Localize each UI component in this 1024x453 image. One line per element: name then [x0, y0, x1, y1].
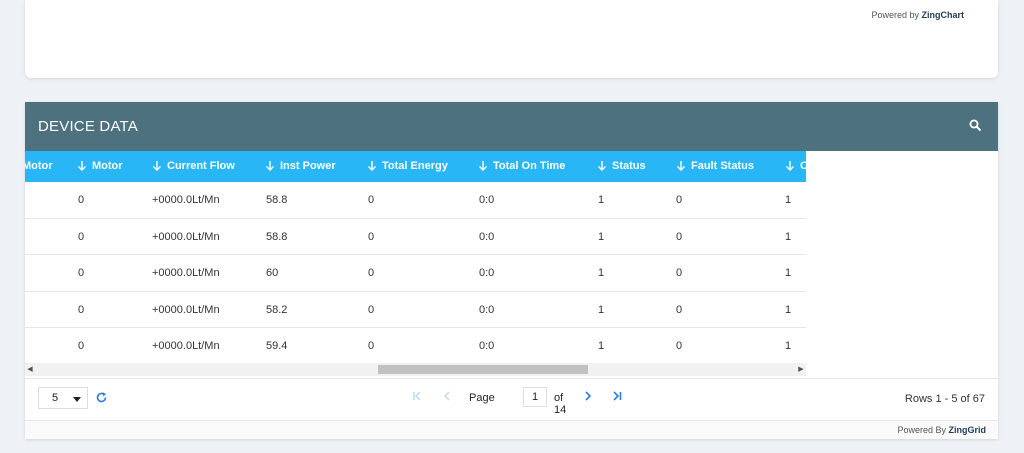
table-cell: 0	[676, 303, 683, 316]
zingchart-brand: ZingChart	[921, 10, 965, 20]
table-cell: 1	[785, 194, 792, 206]
powered-by-zinggrid[interactable]: Powered By ZingGrid	[897, 425, 986, 435]
table-cell: 0	[676, 267, 683, 279]
table-row[interactable]: 0 +0000.0Lt/Mn 60 0 0:0 1 0 1	[25, 255, 806, 292]
table-cell: +0000.0Lt/Mn	[152, 230, 220, 243]
search-button[interactable]	[969, 119, 985, 135]
table-cell: +0000.0Lt/Mn	[152, 303, 220, 316]
table-viewport: Motor Motor Current Flow Inst Power Tota…	[25, 151, 806, 377]
table-cell: 1	[785, 303, 792, 316]
zinggrid-brand: ZingGrid	[948, 425, 987, 435]
column-header-fault-status[interactable]: Fault Status	[676, 151, 754, 182]
horizontal-scrollbar[interactable]: ◀ ▶	[25, 363, 806, 376]
table-row[interactable]: 0 +0000.0Lt/Mn 59.4 0 0:0 1 0 1	[25, 328, 806, 365]
device-data-grid: DEVICE DATA Motor Motor Current Flow Ins…	[25, 102, 998, 439]
table-row[interactable]: 0 +0000.0Lt/Mn 58.8 0 0:0 1 0 1	[25, 182, 806, 219]
chevron-down-icon	[73, 397, 81, 402]
refresh-icon	[96, 392, 107, 403]
table-cell: 1	[598, 194, 605, 206]
rows-info: Rows 1 - 5 of 67	[904, 393, 985, 405]
powered-by-prefix: Powered by	[871, 10, 919, 20]
table-cell: 1	[785, 340, 792, 352]
scroll-right-arrow-icon[interactable]: ▶	[796, 363, 806, 376]
table-body: 0 +0000.0Lt/Mn 58.8 0 0:0 1 0 1 0 +0000.…	[25, 182, 806, 365]
column-header-total-energy[interactable]: Total Energy	[367, 151, 448, 182]
table-cell: 0	[78, 303, 85, 316]
page-label: Page	[469, 392, 495, 404]
prev-page-icon[interactable]	[441, 390, 453, 402]
table-cell: 58.8	[266, 194, 288, 206]
arrow-down-icon	[479, 161, 487, 172]
table-cell: 0	[78, 194, 85, 206]
table-cell: 0:0	[479, 303, 495, 316]
table-cell: 59.4	[266, 340, 288, 352]
table-row[interactable]: 0 +0000.0Lt/Mn 58.2 0 0:0 1 0 1	[25, 292, 806, 328]
column-header-total-on-time[interactable]: Total On Time	[478, 151, 565, 182]
column-header-motor-2[interactable]: Motor	[77, 151, 123, 182]
table-cell: +0000.0Lt/Mn	[152, 194, 220, 206]
page-size-select[interactable]: 5	[38, 387, 88, 409]
table-cell: 0	[368, 230, 375, 243]
table-cell: 0	[78, 230, 85, 243]
column-header-inst-power[interactable]: Inst Power	[265, 151, 336, 182]
powered-by-zingchart[interactable]: Powered by ZingChart	[871, 10, 964, 20]
table-cell: 0:0	[479, 340, 495, 352]
scroll-left-arrow-icon[interactable]: ◀	[25, 363, 35, 376]
column-header-c[interactable]: C	[785, 151, 806, 182]
table-cell: 0:0	[479, 267, 495, 279]
column-header-current-flow[interactable]: Current Flow	[152, 151, 235, 182]
last-page-icon[interactable]	[611, 390, 623, 402]
table-cell: 1	[785, 230, 792, 243]
column-header-status[interactable]: Status	[597, 151, 646, 182]
chart-card: Powered by ZingChart	[25, 0, 998, 78]
table-cell: 0	[676, 340, 683, 352]
table-cell: 1	[598, 230, 605, 243]
search-icon	[969, 119, 982, 131]
next-page-icon[interactable]	[582, 390, 594, 402]
table-cell: 0	[368, 303, 375, 316]
table-cell: +0000.0Lt/Mn	[152, 340, 220, 352]
table-cell: 0:0	[479, 230, 495, 243]
arrow-down-icon	[153, 161, 161, 172]
table-cell: 0	[368, 340, 375, 352]
table-cell: 58.2	[266, 303, 288, 316]
grid-pager-bar: 5 Page 1 of 14 Rows 1 - 5 of 67	[25, 378, 998, 420]
arrow-down-icon	[266, 161, 274, 172]
table-cell: 1	[598, 340, 605, 352]
first-page-icon[interactable]	[411, 390, 423, 402]
table-cell: 1	[598, 267, 605, 279]
powered-by-prefix: Powered By	[897, 425, 946, 435]
table-row[interactable]: 0 +0000.0Lt/Mn 58.8 0 0:0 1 0 1	[25, 219, 806, 255]
table-cell: 0	[78, 267, 85, 279]
grid-watermark-bar: Powered By ZingGrid	[25, 420, 998, 439]
arrow-down-icon	[786, 161, 794, 172]
table-cell: 0:0	[479, 194, 495, 206]
arrow-down-icon	[598, 161, 606, 172]
scrollbar-thumb[interactable]	[378, 365, 588, 374]
refresh-button[interactable]	[95, 391, 108, 409]
table-cell: 1	[785, 267, 792, 279]
grid-title: DEVICE DATA	[38, 118, 138, 135]
table-cell: 1	[598, 303, 605, 316]
table-cell: 0	[78, 340, 85, 352]
column-header-row: Motor Motor Current Flow Inst Power Tota…	[25, 151, 806, 182]
table-cell: 58.8	[266, 230, 288, 243]
table-cell: +0000.0Lt/Mn	[152, 267, 220, 279]
table-cell: 0	[676, 194, 683, 206]
page-size-value: 5	[52, 392, 59, 404]
page-number-input[interactable]: 1	[523, 387, 547, 407]
arrow-down-icon	[78, 161, 86, 172]
table-cell: 0	[368, 267, 375, 279]
total-pages-label: of 14	[554, 392, 567, 416]
table-cell: 60	[266, 267, 279, 279]
column-header-motor-1[interactable]: Motor	[25, 151, 53, 182]
grid-header: DEVICE DATA	[25, 102, 998, 151]
table-cell: 0	[676, 230, 683, 243]
arrow-down-icon	[677, 161, 685, 172]
arrow-down-icon	[368, 161, 376, 172]
table-cell: 0	[368, 194, 375, 206]
